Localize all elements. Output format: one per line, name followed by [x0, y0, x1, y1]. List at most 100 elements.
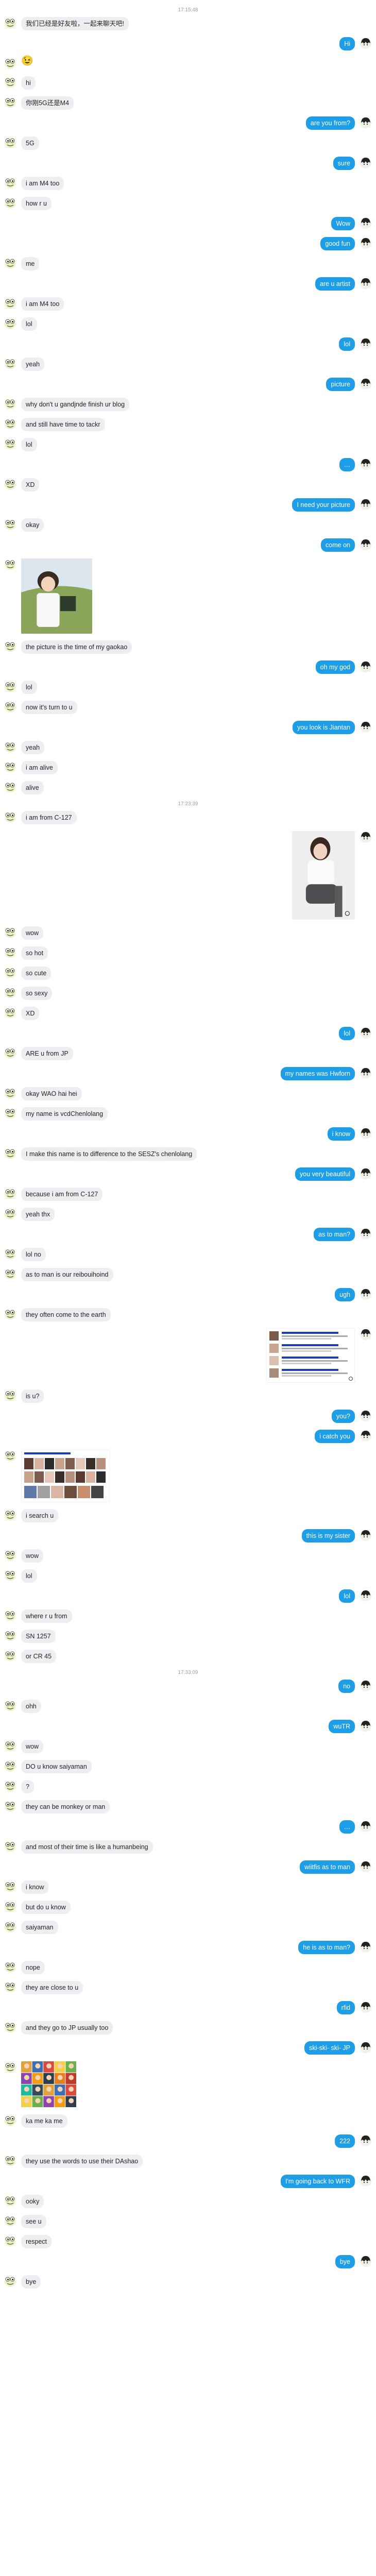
- anime-avatar-icon[interactable]: [360, 1228, 372, 1240]
- message-bubble[interactable]: or CR 45: [21, 1650, 57, 1663]
- anime-avatar-icon[interactable]: [360, 1067, 372, 1079]
- message-bubble[interactable]: sure: [333, 157, 355, 170]
- frog-avatar-icon[interactable]: [4, 1630, 16, 1642]
- frog-avatar-icon[interactable]: [4, 761, 16, 773]
- message-bubble[interactable]: why don't u gandjnde finish ur blog: [21, 398, 130, 411]
- frog-avatar-icon[interactable]: [4, 1840, 16, 1853]
- message-bubble[interactable]: ARE u from JP: [21, 1047, 73, 1060]
- message-bubble[interactable]: i catch you: [315, 1430, 355, 1443]
- message-bubble[interactable]: because i am from C-127: [21, 1188, 103, 1201]
- message-bubble[interactable]: saiyaman: [21, 1921, 58, 1934]
- message-bubble[interactable]: ooky: [21, 2195, 44, 2208]
- frog-avatar-icon[interactable]: [4, 811, 16, 823]
- frog-avatar-icon[interactable]: [4, 1248, 16, 1260]
- message-bubble[interactable]: lol: [339, 337, 355, 351]
- message-bubble[interactable]: DO u know saiyaman: [21, 1760, 92, 1773]
- message-bubble[interactable]: ka me ka me: [21, 2114, 67, 2128]
- message-bubble[interactable]: and they go to JP usually too: [21, 2021, 113, 2035]
- frog-avatar-icon[interactable]: [4, 1208, 16, 1220]
- anime-avatar-icon[interactable]: [360, 538, 372, 551]
- frog-avatar-icon[interactable]: [4, 96, 16, 109]
- frog-avatar-icon[interactable]: [4, 701, 16, 713]
- frog-avatar-icon[interactable]: [4, 398, 16, 410]
- frog-avatar-icon[interactable]: [4, 946, 16, 959]
- message-bubble[interactable]: are u artist: [315, 277, 355, 291]
- frog-avatar-icon[interactable]: [4, 2235, 16, 2247]
- message-bubble[interactable]: i am M4 too: [21, 297, 64, 311]
- frog-avatar-icon[interactable]: [4, 781, 16, 793]
- frog-avatar-icon[interactable]: [4, 1549, 16, 1562]
- frog-avatar-icon[interactable]: [4, 987, 16, 999]
- anime-avatar-icon[interactable]: [360, 2255, 372, 2267]
- frog-avatar-icon[interactable]: [4, 681, 16, 693]
- message-bubble[interactable]: wow: [21, 1740, 44, 1753]
- anime-avatar-icon[interactable]: [360, 831, 372, 843]
- message-bubble[interactable]: is u?: [21, 1389, 44, 1403]
- frog-avatar-icon[interactable]: [4, 177, 16, 189]
- anime-avatar-icon[interactable]: [360, 1941, 372, 1953]
- message-bubble[interactable]: so sexy: [21, 987, 53, 1000]
- message-bubble[interactable]: me: [21, 257, 40, 270]
- message-bubble[interactable]: you?: [331, 1410, 355, 1423]
- frog-avatar-icon[interactable]: [4, 1308, 16, 1320]
- frog-avatar-icon[interactable]: [4, 197, 16, 209]
- message-bubble[interactable]: my name is vcdChenlolang: [21, 1107, 108, 1121]
- frog-avatar-icon[interactable]: [4, 1981, 16, 1993]
- message-bubble[interactable]: as to man is our reibouihoind: [21, 1268, 113, 1281]
- frog-avatar-icon[interactable]: [4, 518, 16, 531]
- frog-avatar-icon[interactable]: [4, 2114, 16, 2127]
- message-bubble[interactable]: 222: [335, 2134, 355, 2148]
- anime-avatar-icon[interactable]: [360, 2175, 372, 2187]
- frog-avatar-icon[interactable]: [4, 1450, 16, 1462]
- frog-avatar-icon[interactable]: [4, 137, 16, 149]
- message-bubble[interactable]: lol: [21, 681, 37, 694]
- message-bubble[interactable]: …: [339, 458, 355, 471]
- message-bubble[interactable]: i am M4 too: [21, 177, 64, 190]
- frog-avatar-icon[interactable]: [4, 926, 16, 939]
- frog-avatar-icon[interactable]: [4, 1609, 16, 1622]
- message-bubble[interactable]: so hot: [21, 946, 48, 960]
- anime-avatar-icon[interactable]: [360, 2001, 372, 2013]
- frog-avatar-icon[interactable]: [4, 1961, 16, 1973]
- message-bubble[interactable]: alive: [21, 781, 44, 794]
- message-bubble[interactable]: Hi: [339, 37, 355, 50]
- message-bubble[interactable]: lol: [339, 1027, 355, 1040]
- anime-avatar-icon[interactable]: [360, 1410, 372, 1422]
- emoji-message[interactable]: 😉: [21, 56, 33, 66]
- frog-avatar-icon[interactable]: [4, 2021, 16, 2033]
- message-bubble[interactable]: bye: [21, 2275, 41, 2289]
- message-bubble[interactable]: lol: [339, 1589, 355, 1603]
- frog-avatar-icon[interactable]: [4, 317, 16, 330]
- frog-avatar-icon[interactable]: [4, 1800, 16, 1812]
- message-bubble[interactable]: I make this name is to difference to the…: [21, 1147, 197, 1161]
- frog-avatar-icon[interactable]: [4, 558, 16, 571]
- image-message[interactable]: [266, 1328, 355, 1383]
- message-bubble[interactable]: lol: [21, 1569, 37, 1583]
- frog-avatar-icon[interactable]: [4, 2215, 16, 2227]
- anime-avatar-icon[interactable]: [360, 1589, 372, 1602]
- message-bubble[interactable]: okay WAO hai hei: [21, 1087, 82, 1100]
- anime-avatar-icon[interactable]: [360, 378, 372, 390]
- message-bubble[interactable]: 你刚5G还是M4: [21, 96, 74, 110]
- frog-avatar-icon[interactable]: [4, 1569, 16, 1582]
- anime-avatar-icon[interactable]: [360, 660, 372, 673]
- frog-avatar-icon[interactable]: [4, 1509, 16, 1521]
- anime-avatar-icon[interactable]: [360, 217, 372, 229]
- message-bubble[interactable]: 5G: [21, 137, 39, 150]
- anime-avatar-icon[interactable]: [360, 1288, 372, 1300]
- image-message[interactable]: [292, 831, 355, 920]
- frog-avatar-icon[interactable]: [4, 967, 16, 979]
- message-bubble[interactable]: you look is Jiantan: [293, 721, 355, 734]
- frog-avatar-icon[interactable]: [4, 741, 16, 753]
- message-bubble[interactable]: this is my sister: [301, 1529, 355, 1543]
- frog-avatar-icon[interactable]: [4, 1700, 16, 1712]
- anime-avatar-icon[interactable]: [360, 1860, 372, 1873]
- message-bubble[interactable]: ohh: [21, 1700, 41, 1713]
- message-bubble[interactable]: so cute: [21, 967, 52, 980]
- frog-avatar-icon[interactable]: [4, 57, 16, 70]
- message-bubble[interactable]: nope: [21, 1961, 45, 1974]
- message-bubble[interactable]: see u: [21, 2215, 46, 2228]
- message-bubble[interactable]: okay: [21, 518, 44, 532]
- frog-avatar-icon[interactable]: [4, 297, 16, 310]
- message-bubble[interactable]: i know: [21, 1880, 49, 1894]
